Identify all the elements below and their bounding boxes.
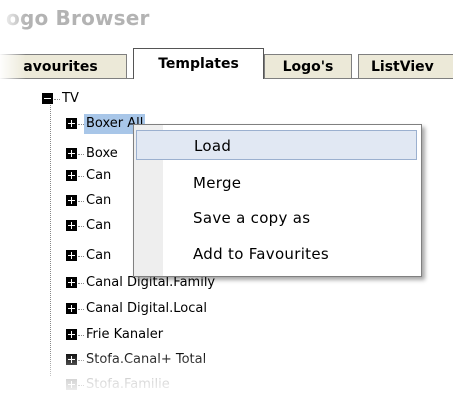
tree-connector xyxy=(78,335,84,337)
tree-connector xyxy=(78,176,84,178)
tree-connector xyxy=(54,99,60,101)
tree-guide-line xyxy=(50,98,52,376)
tab-logos[interactable]: Logo's xyxy=(264,54,352,78)
tree-connector xyxy=(78,201,84,203)
expand-icon[interactable] xyxy=(66,148,77,159)
expand-icon[interactable] xyxy=(66,277,77,288)
menu-item-add-to-favourites[interactable]: Add to Favourites xyxy=(164,239,417,269)
tree-connector xyxy=(78,283,84,285)
tree-item-label: Can xyxy=(86,218,112,233)
tree-item-label: Canal Digital.Local xyxy=(86,301,207,316)
expand-icon[interactable] xyxy=(66,303,77,314)
tree-connector xyxy=(78,360,84,362)
expand-icon[interactable] xyxy=(66,354,77,365)
tab-favourites[interactable]: avourites xyxy=(0,54,127,78)
window-title: ogo Browser xyxy=(6,6,150,30)
tree-connector xyxy=(78,256,84,258)
tree-connector xyxy=(78,309,84,311)
menu-item-label: Load xyxy=(194,137,232,155)
tree-root-label: TV xyxy=(62,91,79,106)
tab-templates[interactable]: Templates xyxy=(133,48,264,79)
tree-item-label: Can xyxy=(86,193,112,208)
tree-connector xyxy=(78,226,84,228)
menu-item-label: Save a copy as xyxy=(193,209,311,227)
menu-item-label: Merge xyxy=(193,174,242,192)
context-menu: Load Merge Save a copy as Add to Favouri… xyxy=(133,124,422,277)
expand-icon[interactable] xyxy=(66,220,77,231)
menu-item-merge[interactable]: Merge xyxy=(164,168,417,198)
expand-icon[interactable] xyxy=(66,250,77,261)
menu-item-label: Add to Favourites xyxy=(193,245,329,263)
collapse-icon[interactable] xyxy=(42,93,53,104)
expand-icon[interactable] xyxy=(66,329,77,340)
tree-item-label: Stofa.Familie xyxy=(86,377,170,392)
tree-item-label: Can xyxy=(86,168,112,183)
expand-icon[interactable] xyxy=(66,170,77,181)
menu-item-save-a-copy-as[interactable]: Save a copy as xyxy=(164,203,417,233)
tree-item-label: Stofa.Canal+ Total xyxy=(86,352,207,367)
tree-item-label: Can xyxy=(86,248,112,263)
expand-icon[interactable] xyxy=(66,195,77,206)
tree-item-label: Frie Kanaler xyxy=(86,327,164,342)
tree-connector xyxy=(78,385,84,387)
menu-item-load[interactable]: Load xyxy=(136,130,417,160)
tab-listview[interactable]: ListViev xyxy=(358,54,453,78)
expand-icon[interactable] xyxy=(66,118,77,129)
tree-connector xyxy=(78,154,84,156)
tree-item-label: Boxe xyxy=(86,146,118,161)
expand-icon[interactable] xyxy=(66,379,77,390)
